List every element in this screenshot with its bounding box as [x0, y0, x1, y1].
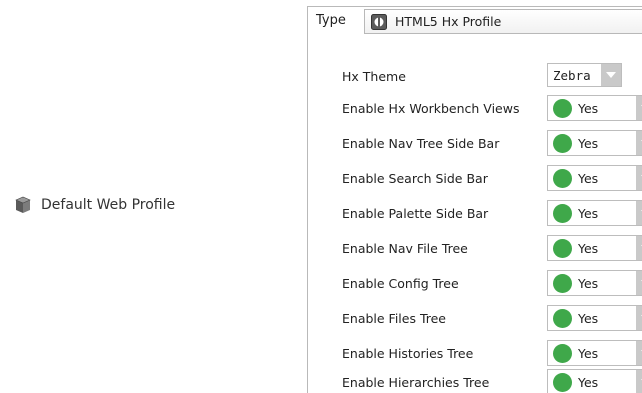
chevron-down-icon[interactable] [636, 166, 642, 190]
setting-select[interactable]: Yes [547, 130, 642, 156]
setting-value: Yes [578, 135, 599, 151]
setting-value: Yes [578, 170, 599, 186]
theme-value: Zebra [553, 67, 591, 83]
setting-select[interactable]: Yes [547, 200, 642, 226]
status-dot-icon [553, 273, 572, 293]
type-label: Type [316, 13, 346, 28]
status-dot-icon [553, 203, 572, 223]
default-web-profile-label: Default Web Profile [41, 197, 176, 213]
cube-icon [13, 196, 33, 214]
status-dot-icon [553, 308, 572, 328]
chevron-down-icon[interactable] [636, 271, 642, 295]
chevron-down-icon[interactable] [636, 370, 642, 393]
setting-value: Yes [578, 100, 599, 116]
setting-value: Yes [578, 240, 599, 256]
setting-select[interactable]: Yes [547, 305, 642, 331]
status-dot-icon [553, 238, 572, 258]
setting-label: Enable Hierarchies Tree [342, 374, 490, 390]
setting-select[interactable]: Yes [547, 270, 642, 296]
status-dot-icon [553, 98, 572, 118]
setting-label: Enable Palette Side Bar [342, 205, 489, 221]
root: Default Web Profile Type HTML5 Hx Profil… [0, 0, 642, 393]
chevron-down-icon[interactable] [636, 236, 642, 260]
setting-label: Enable Config Tree [342, 275, 459, 291]
default-web-profile-item[interactable]: Default Web Profile [13, 196, 175, 214]
status-dot-icon [553, 372, 572, 392]
status-dot-icon [553, 133, 572, 153]
setting-label: Enable Search Side Bar [342, 170, 488, 186]
profile-icon [371, 13, 387, 30]
chevron-down-icon[interactable] [601, 64, 621, 86]
type-value: HTML5 Hx Profile [395, 14, 502, 29]
theme-label: Hx Theme [342, 68, 406, 84]
setting-select[interactable]: Yes [547, 165, 642, 191]
setting-select[interactable]: Yes [547, 235, 642, 261]
setting-select[interactable]: Yes [547, 340, 642, 366]
setting-label: Enable Nav File Tree [342, 240, 468, 256]
setting-label: Enable Files Tree [342, 310, 446, 326]
setting-select[interactable]: Yes [547, 369, 642, 393]
type-select[interactable]: HTML5 Hx Profile [364, 9, 642, 34]
theme-select[interactable]: Zebra [547, 63, 622, 87]
setting-label: Enable Histories Tree [342, 345, 474, 361]
status-dot-icon [553, 343, 572, 363]
chevron-down-icon[interactable] [636, 201, 642, 225]
setting-value: Yes [578, 345, 599, 361]
setting-value: Yes [578, 310, 599, 326]
setting-value: Yes [578, 374, 599, 390]
chevron-down-icon[interactable] [636, 96, 642, 120]
setting-label: Enable Nav Tree Side Bar [342, 135, 500, 151]
chevron-down-icon[interactable] [636, 306, 642, 330]
status-dot-icon [553, 168, 572, 188]
setting-select[interactable]: Yes [547, 95, 642, 121]
setting-value: Yes [578, 275, 599, 291]
chevron-down-icon[interactable] [636, 341, 642, 365]
property-panel: Type HTML5 Hx Profile Hx Theme Zebra Ena… [307, 6, 642, 393]
setting-label: Enable Hx Workbench Views [342, 100, 520, 116]
chevron-down-icon[interactable] [636, 131, 642, 155]
setting-value: Yes [578, 205, 599, 221]
